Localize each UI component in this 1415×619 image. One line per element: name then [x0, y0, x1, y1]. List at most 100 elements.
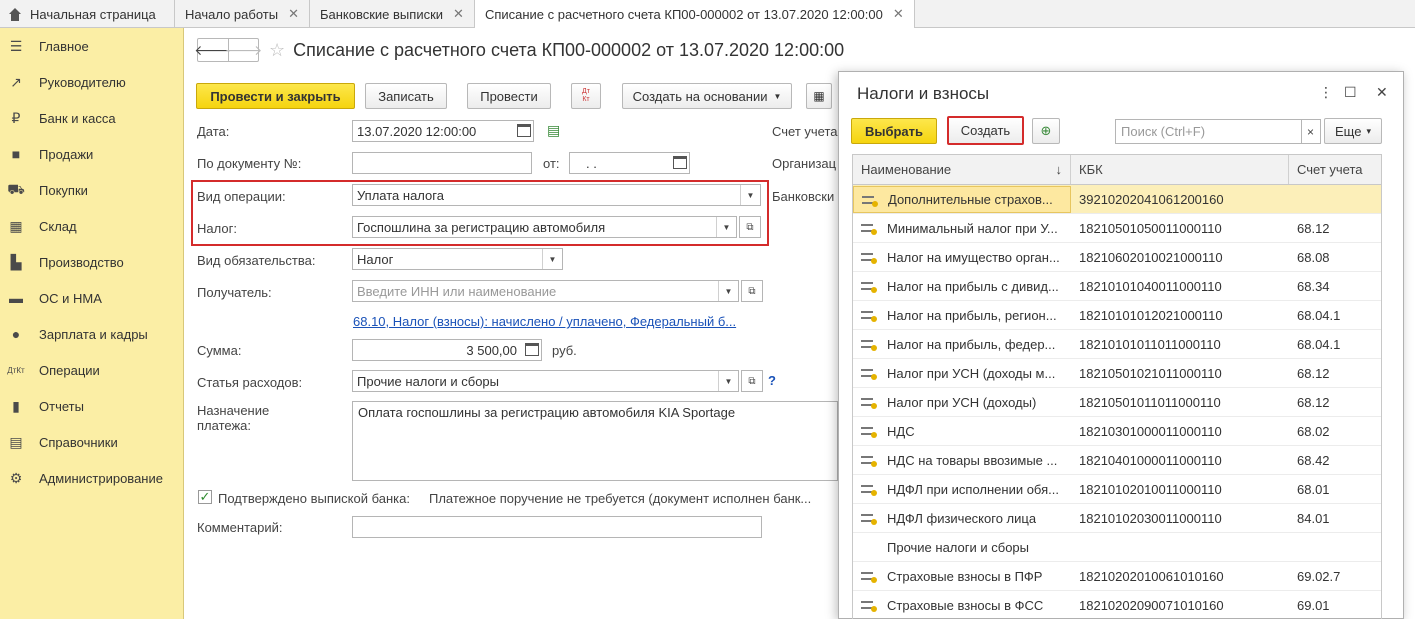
account-label: Счет учета: [772, 124, 838, 139]
calendar-icon[interactable]: [517, 124, 531, 137]
table-row[interactable]: Налог на прибыль, федер... 18210101011011…: [853, 330, 1381, 359]
comment-input[interactable]: [352, 516, 762, 538]
list-check-icon[interactable]: ▤: [547, 122, 560, 139]
sidebar-item-warehouse[interactable]: ▦ Склад: [0, 208, 183, 244]
close-icon[interactable]: ✕: [453, 6, 464, 22]
table-row[interactable]: Дополнительные страхов... 392102020410612…: [853, 185, 1381, 214]
sidebar-item-bank[interactable]: ₽ Банк и касса: [0, 100, 183, 136]
more-button[interactable]: Еще ▾: [1324, 118, 1382, 144]
sidebar-item-purchases[interactable]: ⛟ Покупки: [0, 172, 183, 208]
more-label: Еще: [1335, 123, 1362, 139]
chevron-down-icon[interactable]: ▼: [718, 281, 738, 301]
table-row[interactable]: Налог при УСН (доходы м... 18210501021011…: [853, 359, 1381, 388]
cell-name: Налог при УСН (доходы): [853, 388, 1071, 416]
table-row[interactable]: НДС 18210301000011000110 68.02: [853, 417, 1381, 446]
table-row[interactable]: Минимальный налог при У... 18210501050011…: [853, 214, 1381, 243]
obligation-type-select[interactable]: Налог ▼: [352, 248, 563, 270]
table-row[interactable]: Налог при УСН (доходы) 182105010110110001…: [853, 388, 1381, 417]
tax-value: Госпошлина за регистрацию автомобиля: [357, 219, 606, 235]
date-field[interactable]: 13.07.2020 12:00:00: [352, 120, 534, 142]
sidebar-item-assets[interactable]: ▬ ОС и НМА: [0, 280, 183, 316]
table-row[interactable]: Налог на прибыль, регион... 1821010101202…: [853, 301, 1381, 330]
chevron-down-icon[interactable]: ▼: [542, 249, 562, 269]
save-button[interactable]: Записать: [365, 83, 447, 109]
post-and-close-button[interactable]: Провести и закрыть: [196, 83, 355, 109]
sidebar-item-admin[interactable]: ⚙ Администрирование: [0, 460, 183, 496]
sidebar-item-reports[interactable]: ▮ Отчеты: [0, 388, 183, 424]
column-name-header[interactable]: Наименование ↓: [853, 155, 1071, 184]
catalog-item-icon: [861, 601, 877, 612]
sidebar-item-label: Администрирование: [39, 470, 163, 486]
close-icon[interactable]: ✕: [1376, 84, 1388, 101]
back-arrow-icon[interactable]: 🡐: [194, 39, 232, 61]
create-based-on-button[interactable]: Создать на основании ▼: [622, 83, 792, 109]
operation-type-select[interactable]: Уплата налога ▼: [352, 184, 761, 206]
cell-name-text: НДФЛ физического лица: [887, 510, 1037, 526]
catalog-item-icon: [861, 311, 877, 322]
grid-icon: ▦: [9, 217, 23, 234]
sidebar-item-catalogs[interactable]: ▤ Справочники: [0, 424, 183, 460]
tab-getting-started[interactable]: Начало работы ✕: [175, 0, 310, 28]
sum-input[interactable]: 3 500,00: [352, 339, 542, 361]
sidebar-item-sales[interactable]: ■ Продажи: [0, 136, 183, 172]
sidebar-item-production[interactable]: ▙ Производство: [0, 244, 183, 280]
clear-search-icon[interactable]: ×: [1301, 119, 1321, 144]
forward-arrow-icon[interactable]: 🡒: [225, 39, 262, 61]
cell-kbk: 18210101011011000110: [1079, 336, 1221, 352]
cell-account: 68.42: [1297, 452, 1330, 468]
table-row[interactable]: НДС на товары ввозимые ... 18210401000011…: [853, 446, 1381, 475]
calculator-icon[interactable]: [525, 343, 539, 356]
catalog-item-icon: [861, 514, 877, 525]
cell-kbk: 18210102010011000110: [1079, 481, 1222, 497]
column-kbk-header[interactable]: КБК: [1071, 155, 1289, 184]
catalog-item-icon: [861, 369, 877, 380]
table-row[interactable]: Страховые взносы в ПФР 182102020100610101…: [853, 562, 1381, 591]
sidebar-item-label: Справочники: [39, 434, 118, 450]
maximize-icon[interactable]: ☐: [1344, 84, 1357, 101]
close-icon[interactable]: ✕: [893, 6, 904, 22]
account-link[interactable]: 68.10, Налог (взносы): начислено / уплач…: [353, 314, 736, 329]
search-input[interactable]: Поиск (Ctrl+F): [1115, 119, 1302, 144]
star-icon[interactable]: ☆: [269, 40, 285, 61]
create-button[interactable]: Создать: [947, 116, 1024, 145]
sidebar-item-operations[interactable]: ДтКт Операции: [0, 352, 183, 388]
add-copy-icon[interactable]: ⊕: [1032, 118, 1060, 144]
confirmed-checkbox[interactable]: ✓: [198, 490, 212, 504]
bag-icon: ■: [11, 146, 21, 162]
chevron-down-icon[interactable]: ▼: [740, 185, 760, 205]
tab-home[interactable]: Начальная страница: [0, 0, 175, 28]
post-button[interactable]: Провести: [467, 83, 551, 109]
cart-icon: ⛟: [7, 180, 25, 197]
table-row[interactable]: Прочие налоги и сборы: [853, 533, 1381, 562]
open-icon[interactable]: ⧉: [741, 370, 763, 392]
chevron-down-icon[interactable]: ▼: [718, 371, 738, 391]
calendar-icon[interactable]: [673, 156, 687, 169]
menu-dots-icon[interactable]: ⋮: [1319, 84, 1333, 101]
column-account-header[interactable]: Счет учета: [1289, 155, 1381, 184]
tab-debit-document[interactable]: Списание с расчетного счета КП00-000002 …: [474, 0, 915, 28]
chevron-down-icon[interactable]: ▼: [716, 217, 736, 237]
table-row[interactable]: Налог на имущество орган... 1821060201002…: [853, 243, 1381, 272]
sidebar-item-manager[interactable]: ↗ Руководителю: [0, 64, 183, 100]
sidebar-item-main[interactable]: ☰ Главное: [0, 28, 183, 64]
help-icon[interactable]: ?: [768, 373, 776, 388]
open-icon[interactable]: ⧉: [739, 216, 761, 238]
doc-number-input[interactable]: [352, 152, 532, 174]
from-date-field[interactable]: . .: [569, 152, 690, 174]
expense-item-select[interactable]: Прочие налоги и сборы ▼: [352, 370, 739, 392]
tax-select[interactable]: Госпошлина за регистрацию автомобиля ▼: [352, 216, 737, 238]
cell-kbk: 18210202090071010160: [1079, 597, 1224, 613]
table-row[interactable]: Страховые взносы в ФСС 182102020900710101…: [853, 591, 1381, 619]
recipient-input[interactable]: Введите ИНН или наименование ▼: [352, 280, 739, 302]
purpose-textarea[interactable]: Оплата госпошлины за регистрацию автомоб…: [352, 401, 838, 481]
tab-bank-statements[interactable]: Банковские выписки ✕: [310, 0, 475, 28]
close-icon[interactable]: ✕: [288, 6, 299, 22]
open-icon[interactable]: ⧉: [741, 280, 763, 302]
structure-icon[interactable]: ▦: [806, 83, 832, 109]
table-row[interactable]: НДФЛ физического лица 1821010203001100011…: [853, 504, 1381, 533]
select-button[interactable]: Выбрать: [851, 118, 937, 144]
dt-kt-button[interactable]: Дт Кт: [571, 83, 601, 109]
table-row[interactable]: НДФЛ при исполнении обя... 18210102010011…: [853, 475, 1381, 504]
sidebar-item-payroll[interactable]: ● Зарплата и кадры: [0, 316, 183, 352]
table-row[interactable]: Налог на прибыль с дивид... 1821010104001…: [853, 272, 1381, 301]
